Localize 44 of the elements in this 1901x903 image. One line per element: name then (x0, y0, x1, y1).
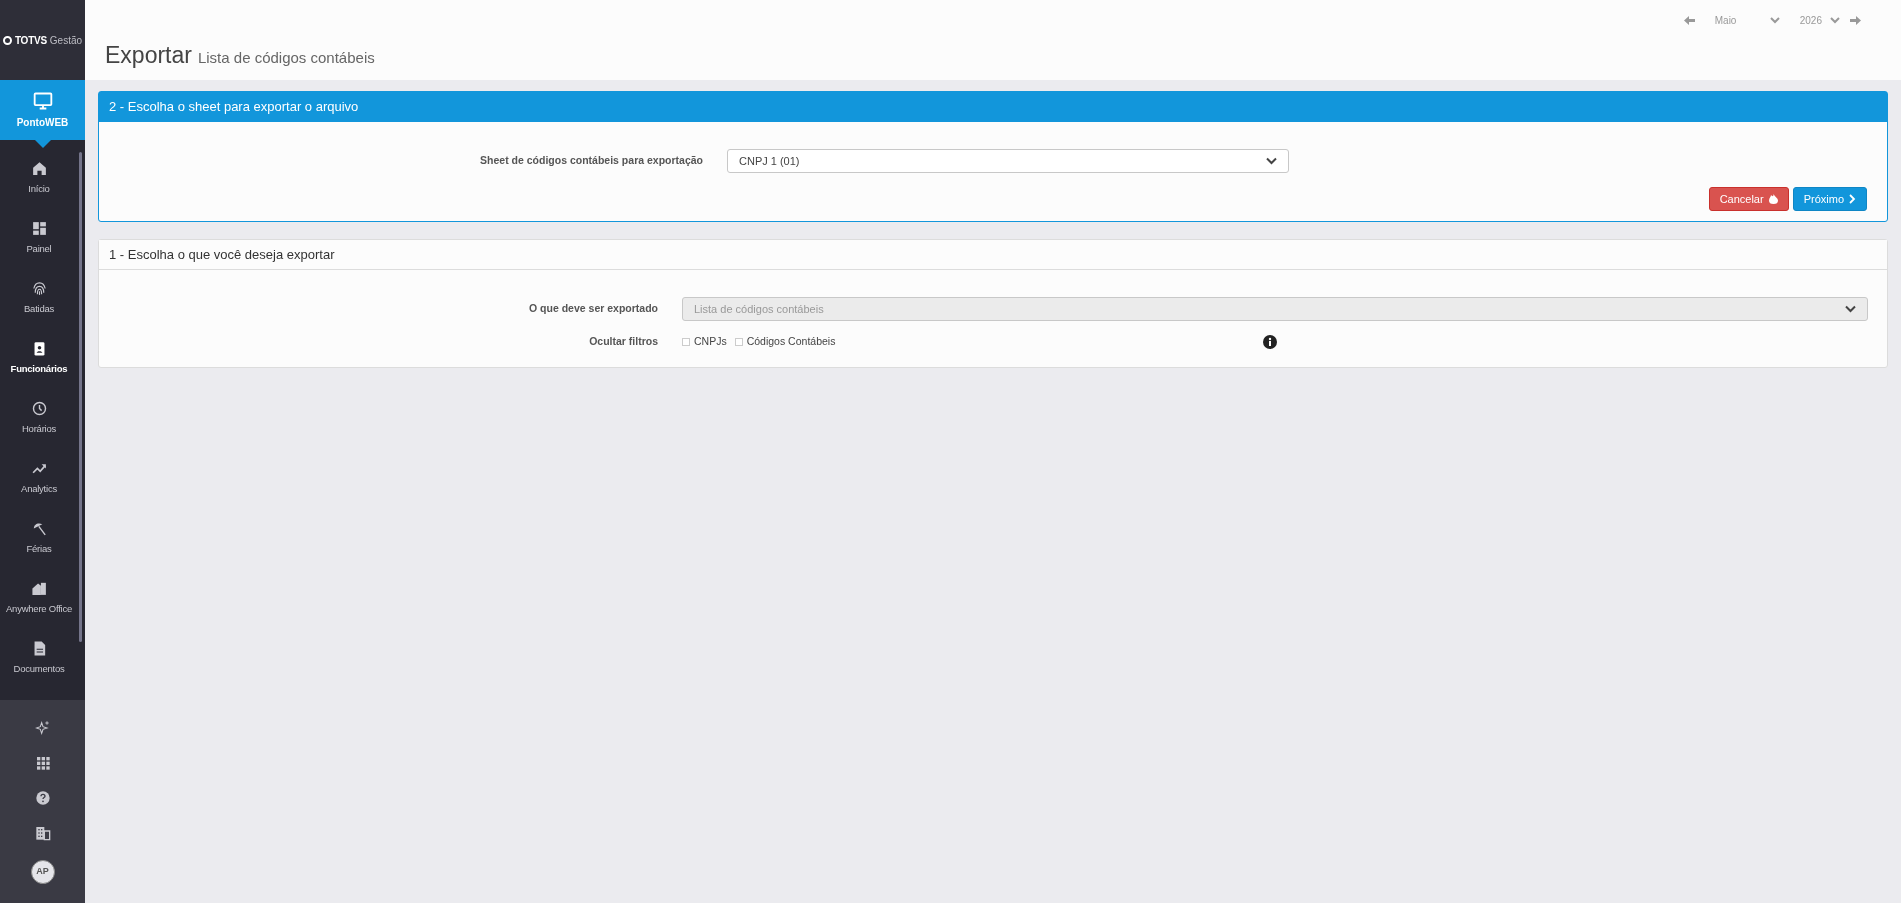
page-title: Exportar (105, 41, 192, 70)
left-arrow-icon[interactable] (1683, 16, 1695, 25)
sidebar-item[interactable]: Documentos (0, 628, 85, 688)
logo-brand: TOTVS (14, 33, 47, 48)
scrollbar[interactable] (79, 152, 82, 642)
field-label: O que deve ser exportado (528, 301, 659, 317)
cancel-button[interactable]: Cancelar (1708, 187, 1789, 211)
user-avatar[interactable]: AP (30, 860, 55, 884)
checkbox[interactable]: Códigos Contábeis (734, 334, 836, 350)
sidebar-item[interactable]: Analytics (0, 448, 85, 508)
flame-icon (1768, 194, 1778, 204)
sidebar-item[interactable]: Férias (0, 508, 85, 568)
panel-header: 1 - Escolha o que você deseja exportar (99, 240, 1887, 270)
sidebar-item[interactable]: Anywhere Office (0, 568, 85, 628)
clock-icon (30, 399, 48, 417)
grid-icon[interactable] (34, 755, 51, 771)
pointer-icon (34, 140, 51, 148)
house-icon (30, 159, 48, 177)
logo-ring-icon (2, 35, 12, 45)
help-icon[interactable] (34, 790, 51, 806)
dashboard-icon (30, 219, 48, 237)
caret-icon (1845, 305, 1856, 313)
right-arrow-icon[interactable] (1850, 16, 1861, 25)
chevron-down-icon (1830, 17, 1840, 24)
panel-header: 2 - Escolha o sheet para exportar o arquivo (99, 92, 1887, 122)
info-icon[interactable] (1263, 334, 1278, 349)
sparkle-icon[interactable] (34, 720, 51, 736)
office-building-icon[interactable] (34, 825, 51, 841)
logo-product: Gestão (49, 33, 83, 48)
checkbox[interactable]: CNPJs (682, 334, 727, 350)
monitor-icon (32, 90, 53, 111)
field-label: Ocultar filtros (588, 334, 659, 349)
sidebar-item[interactable]: Painel (0, 208, 85, 268)
sidebar-item[interactable]: Início (0, 148, 85, 208)
field-label: Sheet de códigos contábeis para exportação (479, 153, 704, 169)
caret-icon (1266, 157, 1277, 165)
chevron-down-icon (1769, 17, 1780, 24)
chevron-right-icon (1849, 194, 1856, 204)
fingerprint-icon (30, 279, 48, 297)
sidebar-item[interactable]: Batidas (0, 268, 85, 328)
select-field[interactable]: CNPJ 1 (01) (727, 149, 1289, 173)
sidebar-item[interactable]: Horários (0, 388, 85, 448)
sidebar-item[interactable]: Funcionários (0, 328, 85, 388)
page-subtitle: Lista de códigos contábeis (197, 48, 375, 68)
